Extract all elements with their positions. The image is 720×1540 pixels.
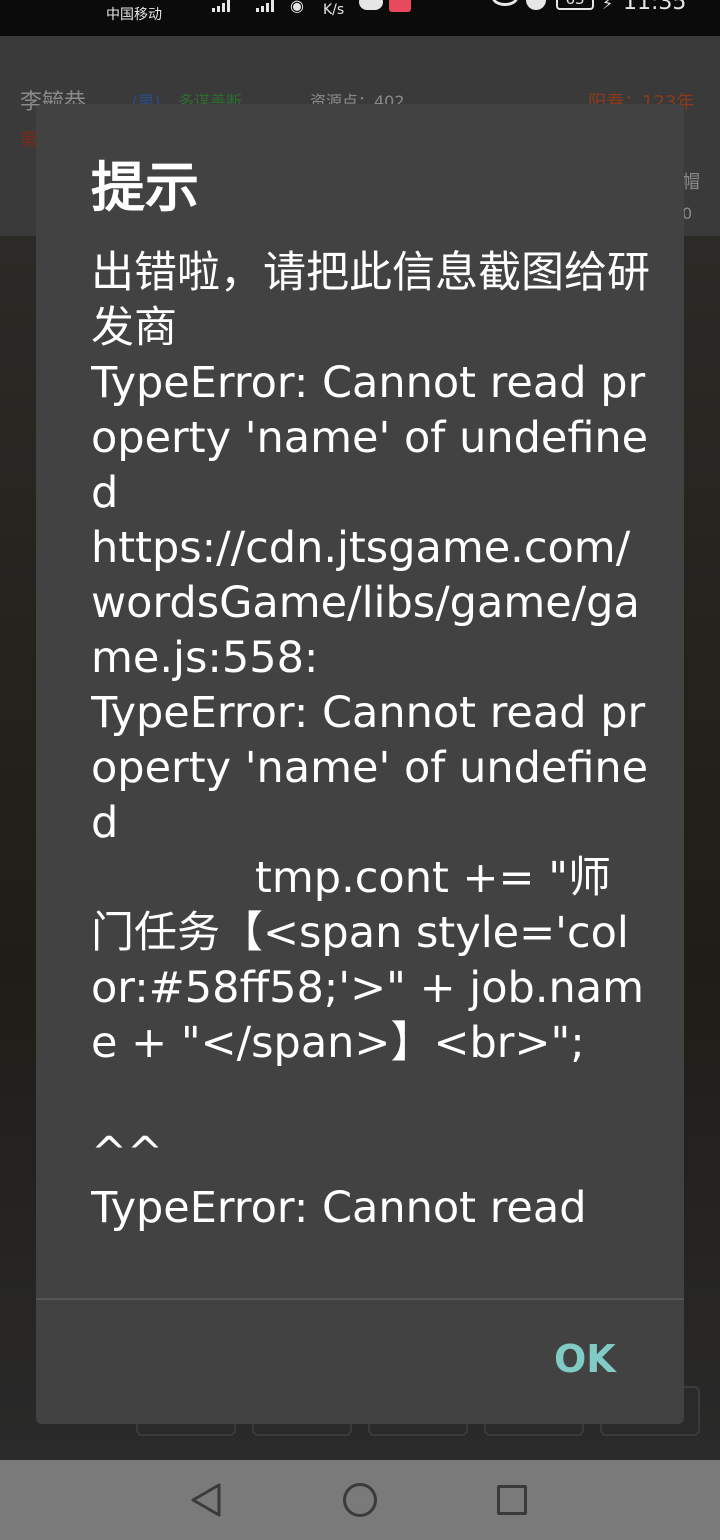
- charging-icon: ⚡: [602, 0, 614, 13]
- dialog-message: 出错啦，请把此信息截图给研发商 TypeError: Cannot read p…: [91, 248, 650, 1233]
- signal-icon: [256, 0, 274, 12]
- dialog-divider: [36, 1298, 684, 1300]
- wechat-icon: [359, 0, 383, 10]
- home-circle-icon[interactable]: [343, 1483, 377, 1517]
- notification-app-icon: [389, 0, 411, 12]
- navigation-bar: [0, 1460, 720, 1540]
- header-side-text: 帽: [682, 172, 700, 193]
- back-triangle-icon[interactable]: [190, 1482, 222, 1522]
- signal-icon: [212, 0, 230, 12]
- network-speed: K/s: [323, 2, 345, 18]
- error-dialog: 提示 出错啦，请把此信息截图给研发商 TypeError: Cannot rea…: [36, 104, 684, 1424]
- eye-comfort-icon: [492, 0, 518, 6]
- wifi-icon: ◉: [290, 0, 304, 15]
- alarm-icon: [526, 0, 546, 10]
- dialog-message-scroll[interactable]: 出错啦，请把此信息截图给研发商 TypeError: Cannot read p…: [91, 246, 651, 1298]
- ok-button[interactable]: OK: [554, 1336, 616, 1382]
- carrier-label: 中国移动: [106, 7, 162, 23]
- recent-square-icon[interactable]: [497, 1485, 527, 1515]
- dialog-title: 提示: [91, 156, 199, 219]
- status-bar: 中国移动 ◉ K/s 63 ⚡ 11:35: [0, 0, 720, 36]
- battery-icon: 63: [556, 0, 594, 10]
- clock: 11:35: [623, 0, 687, 15]
